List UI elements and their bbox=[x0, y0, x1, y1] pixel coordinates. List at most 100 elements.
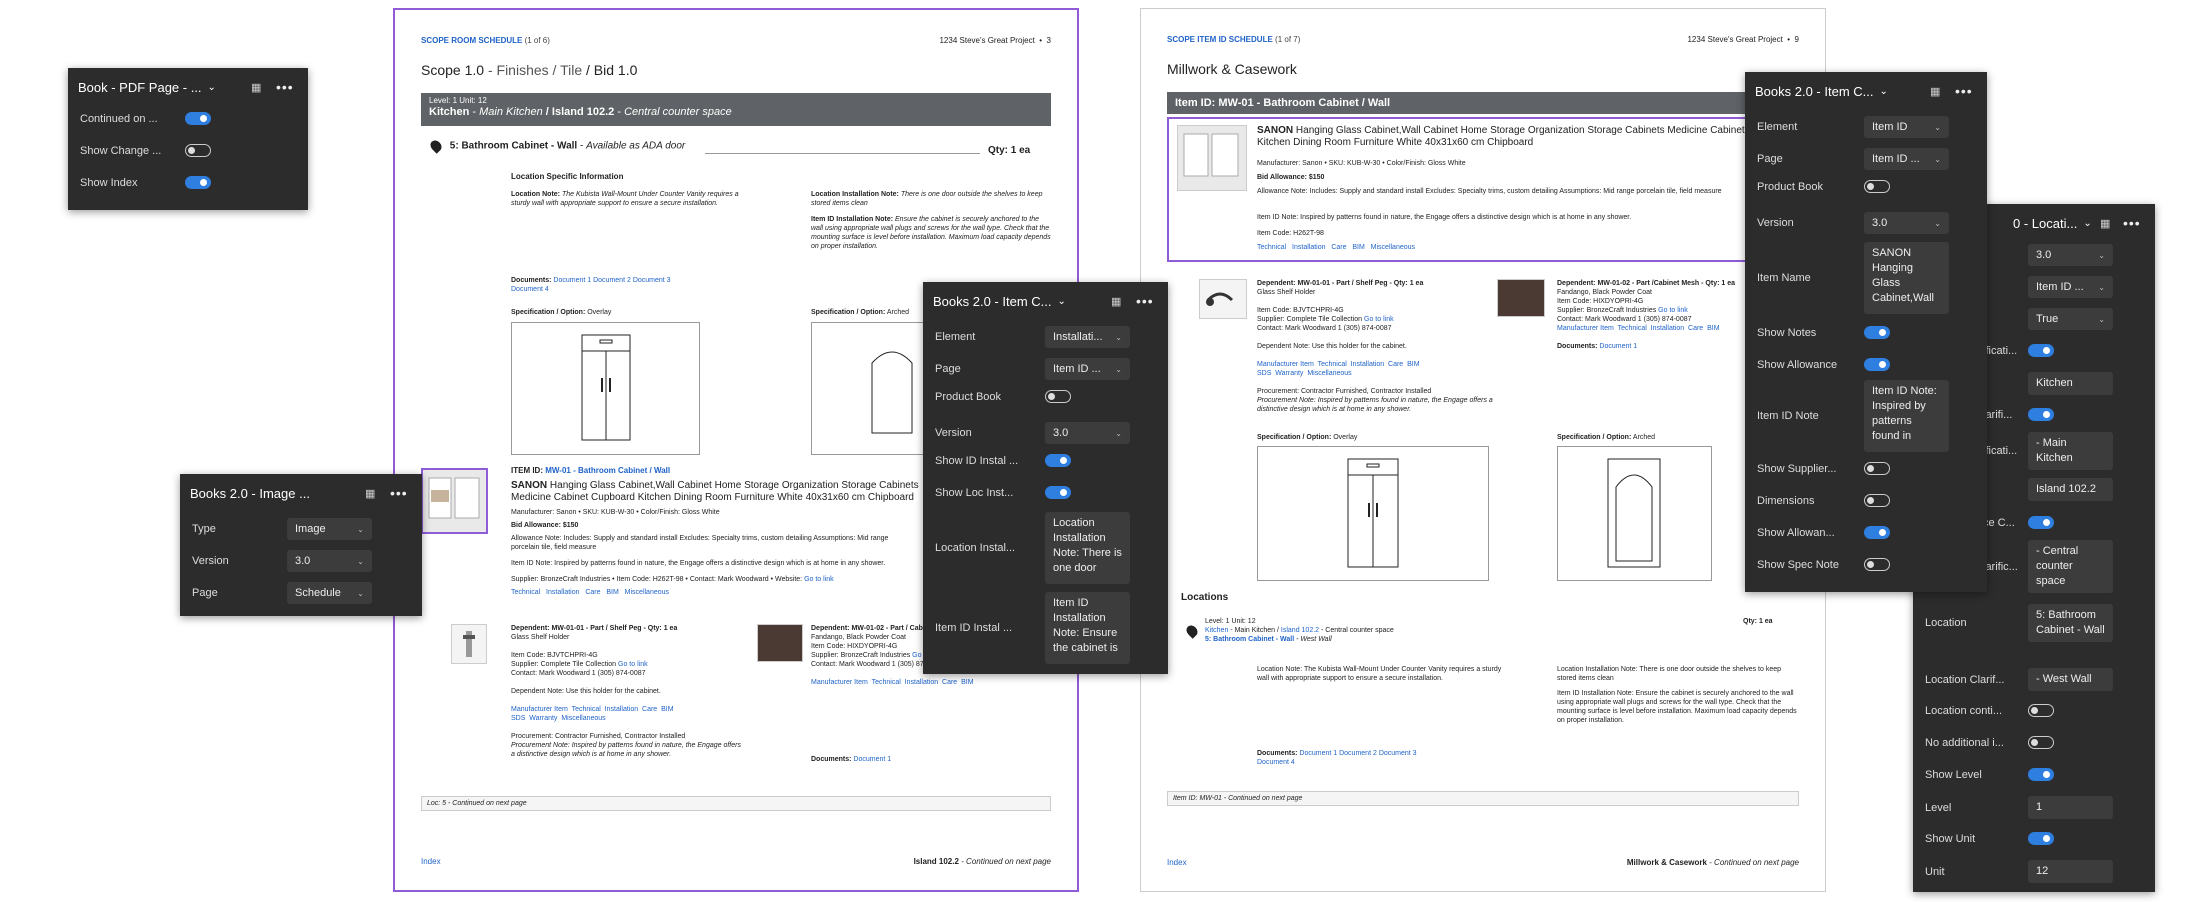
more-icon[interactable]: ••• bbox=[276, 79, 294, 95]
link[interactable]: Technical bbox=[1618, 325, 1647, 332]
chevron-down-icon[interactable]: ⌄ bbox=[1058, 296, 1066, 307]
link[interactable]: Miscellaneous bbox=[1307, 370, 1351, 377]
go-to-link[interactable]: Go to link bbox=[618, 661, 648, 668]
link[interactable]: Manufacturer Item bbox=[811, 679, 868, 686]
text-value[interactable]: Island 102.2 bbox=[2028, 478, 2113, 501]
location-install-text[interactable]: Location Installation Note: There is one… bbox=[1045, 512, 1130, 584]
link[interactable]: BIM bbox=[961, 679, 973, 686]
doc-link[interactable]: Document 4 bbox=[1257, 759, 1295, 766]
link[interactable]: Warranty bbox=[1275, 370, 1303, 377]
link[interactable]: Manufacturer Item bbox=[1557, 325, 1614, 332]
page-select[interactable]: Item ID ... ⌄ bbox=[2028, 276, 2113, 298]
link[interactable]: BIM bbox=[1352, 244, 1364, 251]
go-to-link[interactable]: Go to link bbox=[1364, 316, 1394, 323]
link[interactable]: Technical bbox=[511, 589, 540, 596]
bool-select[interactable]: True ⌄ bbox=[2028, 308, 2113, 330]
show-spec-note-toggle[interactable] bbox=[1864, 558, 1890, 571]
loc-link[interactable]: Kitchen bbox=[1205, 627, 1228, 634]
link[interactable]: BIM bbox=[606, 589, 618, 596]
grid-icon[interactable]: ▦ bbox=[365, 487, 375, 500]
doc-link[interactable]: Document 1 bbox=[853, 756, 891, 763]
link[interactable]: Installation bbox=[1651, 325, 1684, 332]
product-image[interactable] bbox=[421, 468, 488, 534]
link[interactable]: Care bbox=[1388, 361, 1403, 368]
link[interactable]: Care bbox=[942, 679, 957, 686]
version-select[interactable]: 3.0 ⌄ bbox=[2028, 244, 2113, 266]
more-icon[interactable]: ••• bbox=[1955, 83, 1973, 99]
link[interactable]: SDS bbox=[1257, 370, 1271, 377]
show-unit-toggle[interactable] bbox=[2028, 832, 2054, 845]
link[interactable]: Technical bbox=[572, 706, 601, 713]
doc-link[interactable]: Document 1 bbox=[1299, 750, 1337, 757]
continued-toggle[interactable] bbox=[185, 112, 211, 125]
itemid-install-text[interactable]: Item ID Installation Note: Ensure the ca… bbox=[1045, 592, 1130, 664]
more-icon[interactable]: ••• bbox=[1136, 293, 1154, 309]
grid-icon[interactable]: ▦ bbox=[1930, 85, 1940, 98]
link[interactable]: Manufacturer Item bbox=[511, 706, 568, 713]
link[interactable]: Technical bbox=[1257, 244, 1286, 251]
go-to-link[interactable]: Go to link bbox=[1658, 307, 1688, 314]
version-select[interactable]: 3.0 ⌄ bbox=[287, 550, 372, 572]
page-select[interactable]: Item ID ... ⌄ bbox=[1864, 148, 1949, 170]
link[interactable]: Miscellaneous bbox=[1371, 244, 1415, 251]
text-value[interactable]: 5: Bathroom Cabinet - Wall bbox=[2028, 604, 2113, 642]
loc-link[interactable]: Island 102.2 bbox=[1281, 627, 1319, 634]
doc-link[interactable]: Document 1 bbox=[1599, 343, 1637, 350]
item-id-note-text[interactable]: Item ID Note: Inspired by patterns found… bbox=[1864, 380, 1949, 452]
element-select[interactable]: Item ID ⌄ bbox=[1864, 116, 1949, 138]
index-link[interactable]: Index bbox=[421, 857, 441, 866]
more-icon[interactable]: ••• bbox=[2123, 215, 2141, 231]
level-input[interactable]: 1 bbox=[2028, 796, 2113, 819]
toggle[interactable] bbox=[2028, 344, 2054, 357]
unit-input[interactable]: 12 bbox=[2028, 860, 2113, 883]
toggle[interactable] bbox=[2028, 516, 2054, 529]
show-allowance-toggle[interactable] bbox=[1864, 358, 1890, 371]
show-supplier-toggle[interactable] bbox=[1864, 462, 1890, 475]
doc-link[interactable]: Document 1 bbox=[553, 277, 591, 284]
page-select[interactable]: Schedule ⌄ bbox=[287, 582, 372, 604]
doc-link[interactable]: Document 4 bbox=[511, 286, 549, 293]
link[interactable]: SDS bbox=[511, 715, 525, 722]
link[interactable]: Warranty bbox=[529, 715, 557, 722]
no-additional-toggle[interactable] bbox=[2028, 736, 2054, 749]
text-value[interactable]: - Main Kitchen bbox=[2028, 432, 2113, 470]
link[interactable]: BIM bbox=[661, 706, 673, 713]
type-select[interactable]: Image ⌄ bbox=[287, 518, 372, 540]
link[interactable]: Technical bbox=[872, 679, 901, 686]
link[interactable]: Installation bbox=[1351, 361, 1384, 368]
more-icon[interactable]: ••• bbox=[390, 485, 408, 501]
show-loc-install-toggle[interactable] bbox=[1045, 486, 1071, 499]
item-id-link[interactable]: MW-01 - Bathroom Cabinet / Wall bbox=[545, 466, 670, 475]
chevron-down-icon[interactable]: ⌄ bbox=[2083, 218, 2091, 229]
link[interactable]: Care bbox=[585, 589, 600, 596]
show-change-toggle[interactable] bbox=[185, 144, 211, 157]
link[interactable]: Care bbox=[1688, 325, 1703, 332]
text-value[interactable]: Kitchen bbox=[2028, 372, 2113, 395]
link[interactable]: BIM bbox=[1407, 361, 1419, 368]
link[interactable]: Installation bbox=[546, 589, 579, 596]
link[interactable]: Technical bbox=[1318, 361, 1347, 368]
chevron-down-icon[interactable]: ⌄ bbox=[1880, 86, 1888, 97]
doc-link[interactable]: Document 2 bbox=[1339, 750, 1377, 757]
loc-item-link[interactable]: 5: Bathroom Cabinet - Wall bbox=[1205, 636, 1294, 643]
show-index-toggle[interactable] bbox=[185, 176, 211, 189]
link[interactable]: Care bbox=[642, 706, 657, 713]
doc-link[interactable]: Document 2 bbox=[593, 277, 631, 284]
link[interactable]: Installation bbox=[605, 706, 638, 713]
link[interactable]: Installation bbox=[1292, 244, 1325, 251]
item-name-text[interactable]: SANON Hanging Glass Cabinet,Wall bbox=[1864, 242, 1949, 314]
dimensions-toggle[interactable] bbox=[1864, 494, 1890, 507]
link[interactable]: Miscellaneous bbox=[625, 589, 669, 596]
show-notes-toggle[interactable] bbox=[1864, 326, 1890, 339]
doc-link[interactable]: Document 3 bbox=[1379, 750, 1417, 757]
doc-link[interactable]: Document 3 bbox=[633, 277, 671, 284]
show-id-install-toggle[interactable] bbox=[1045, 454, 1071, 467]
go-to-link[interactable]: Go to link bbox=[804, 576, 834, 583]
grid-icon[interactable]: ▦ bbox=[1111, 295, 1121, 308]
grid-icon[interactable]: ▦ bbox=[251, 81, 261, 94]
toggle[interactable] bbox=[2028, 408, 2054, 421]
element-select[interactable]: Installati... ⌄ bbox=[1045, 326, 1130, 348]
show-allowance-2-toggle[interactable] bbox=[1864, 526, 1890, 539]
index-link[interactable]: Index bbox=[1167, 858, 1187, 867]
text-value[interactable]: - Central counter space bbox=[2028, 540, 2113, 593]
